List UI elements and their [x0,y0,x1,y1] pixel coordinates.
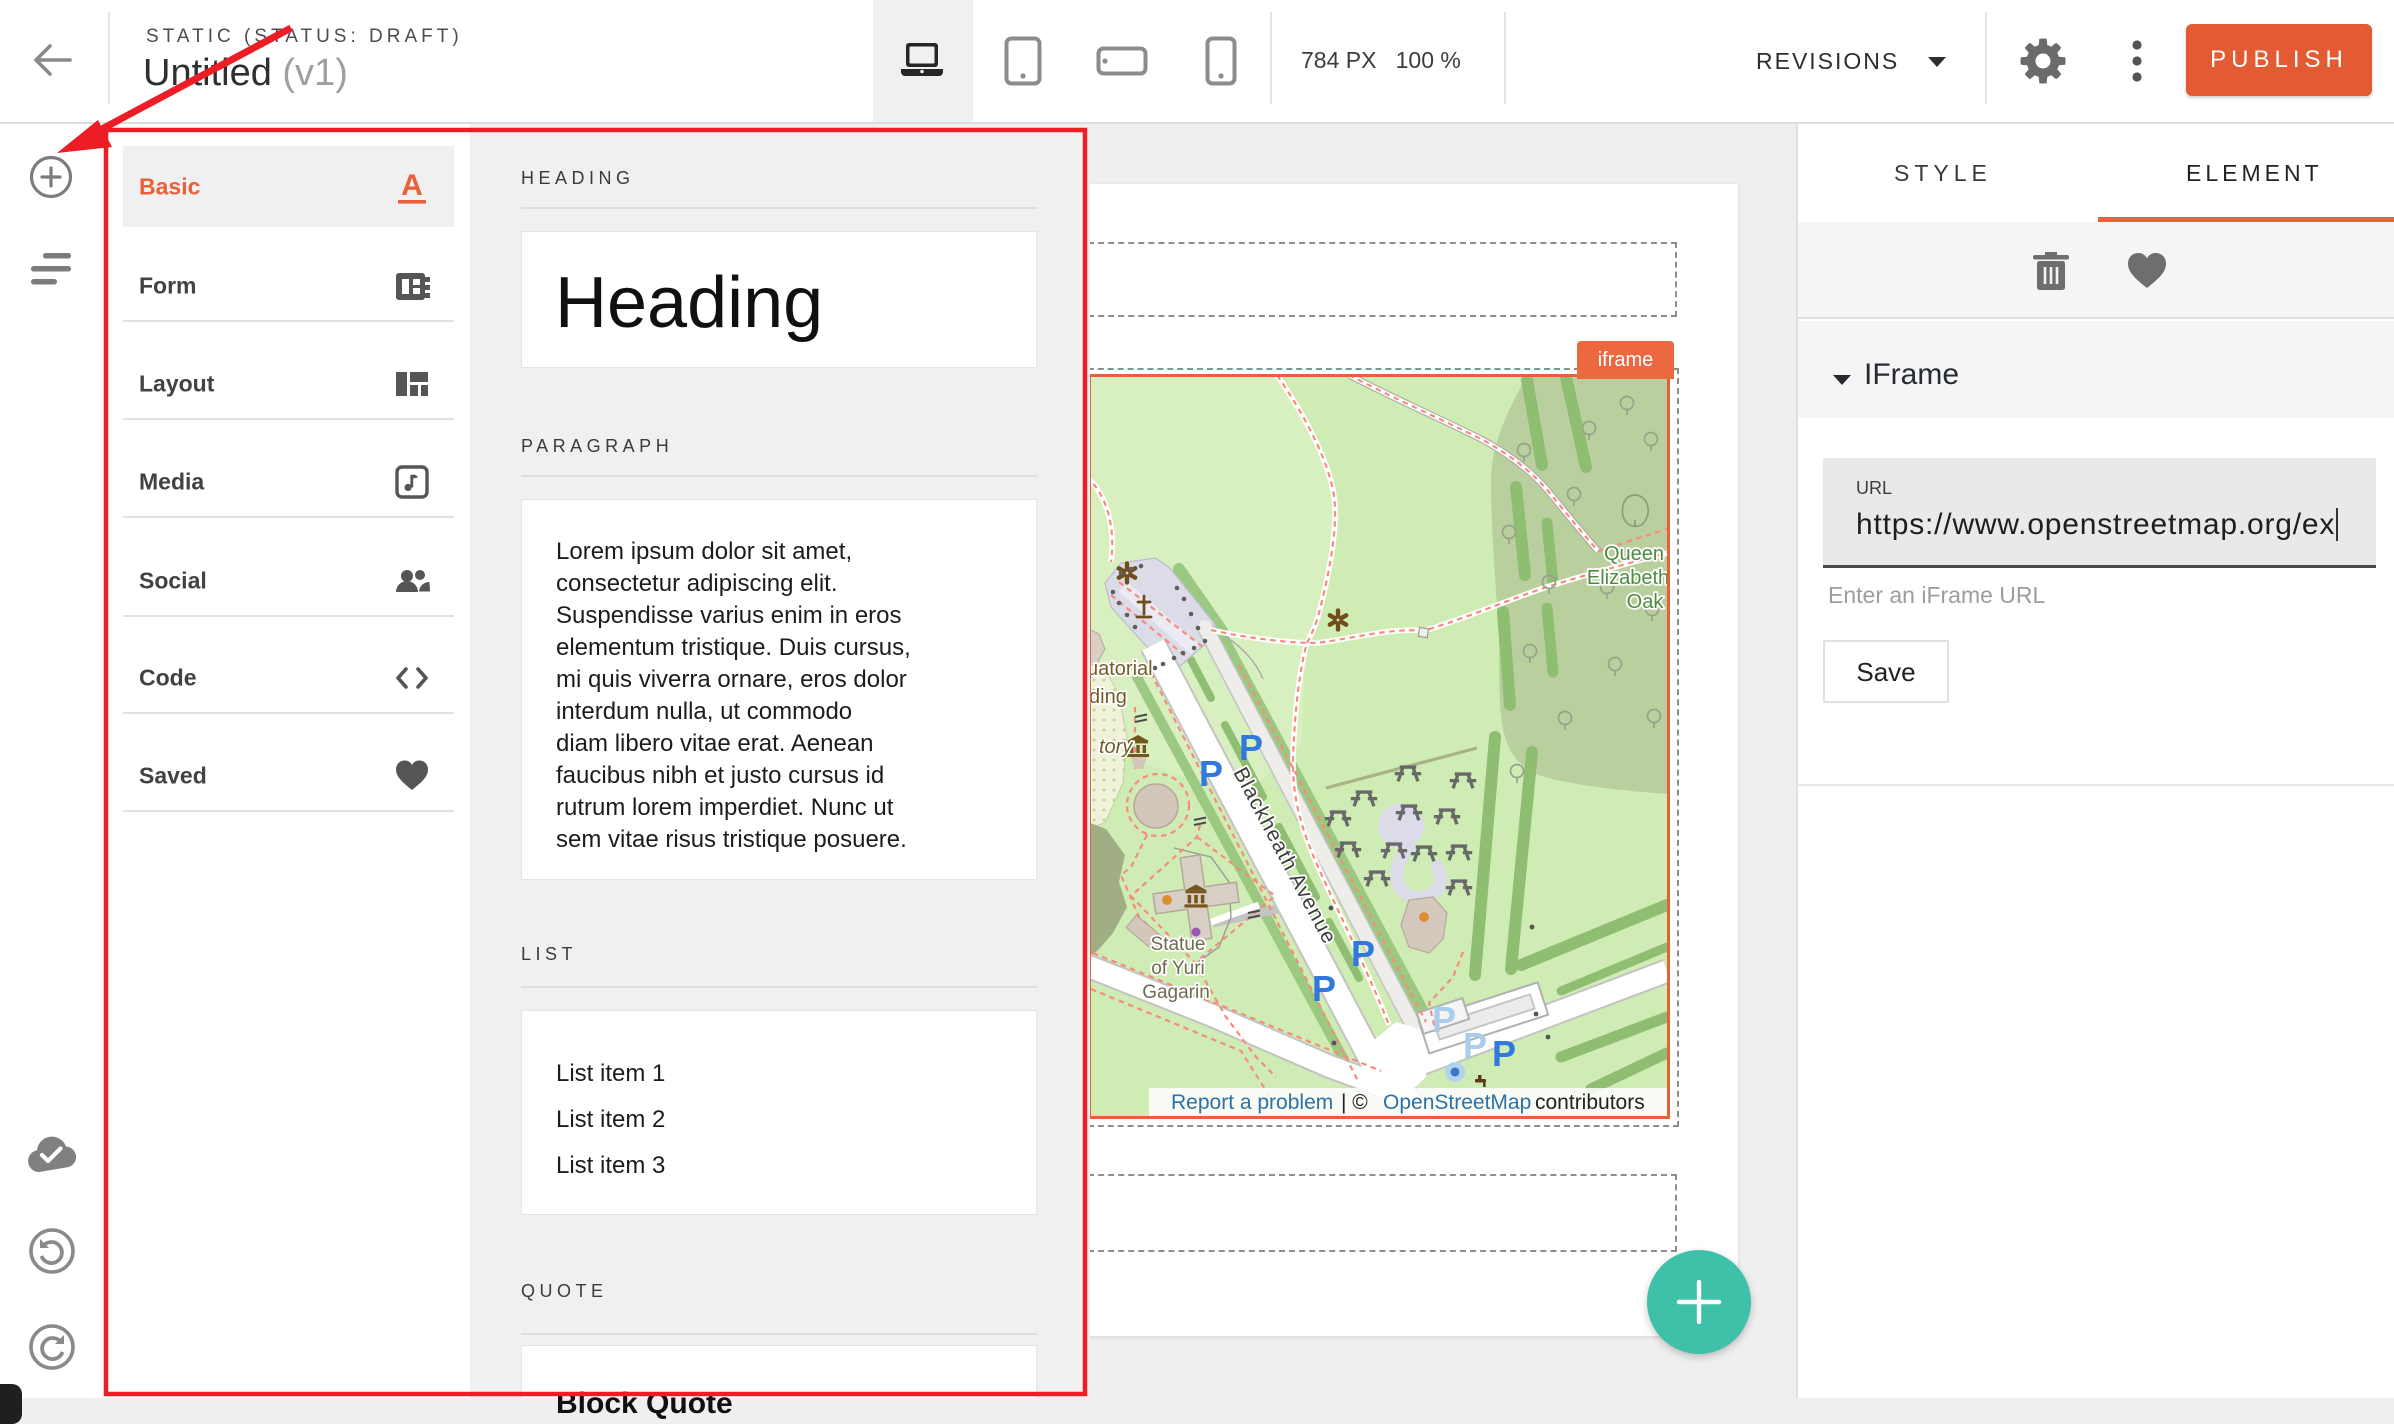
svg-text:P: P [1463,1025,1487,1066]
svg-text:| ©: | © [1341,1091,1368,1114]
svg-text:P: P [1432,999,1456,1040]
svg-text:Oak: Oak [1627,591,1665,613]
svg-text:P: P [1492,1033,1516,1074]
svg-text:P: P [1312,968,1336,1009]
svg-text:uatorial: uatorial [1091,658,1153,680]
svg-text:P: P [1199,753,1223,794]
svg-text:of Yuri: of Yuri [1151,958,1205,979]
svg-text:Report a problem: Report a problem [1171,1091,1333,1114]
svg-text:OpenStreetMap: OpenStreetMap [1383,1091,1531,1114]
svg-text:Queen: Queen [1604,543,1664,565]
svg-text:Elizabeth: Elizabeth [1587,567,1667,589]
svg-text:P: P [1239,727,1263,768]
svg-text:Statue: Statue [1151,934,1206,955]
svg-text:A: A [401,169,423,202]
svg-text:P: P [1351,933,1375,974]
svg-text:ding: ding [1091,686,1127,708]
svg-text:contributors: contributors [1535,1091,1645,1114]
svg-text:Gagarin: Gagarin [1142,982,1210,1003]
svg-text:tory: tory [1099,736,1133,758]
